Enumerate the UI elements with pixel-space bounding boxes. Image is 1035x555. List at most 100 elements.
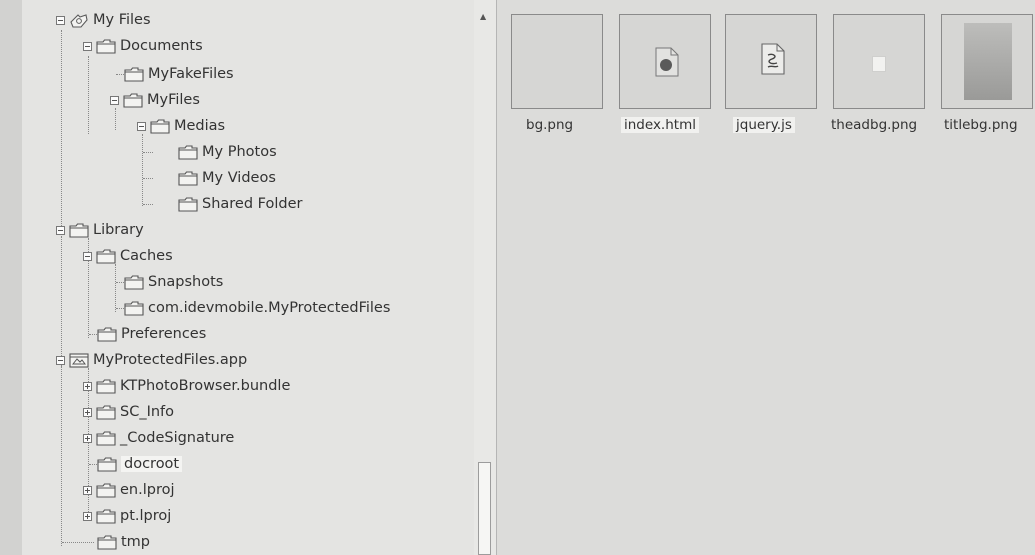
collapse-toggle[interactable]	[56, 225, 65, 235]
tree-node-label: tmp	[121, 534, 151, 550]
file-name-label[interactable]: titlebg.png	[944, 117, 1018, 133]
file-list-pane: bg.png index.html jquery.js theadbg.png …	[497, 0, 1035, 555]
tree-node-label: My Files	[93, 12, 151, 28]
tree-node-protected-cache[interactable]: com.idevmobile.MyProtectedFiles	[124, 296, 390, 320]
tree-node-label: MyProtectedFiles.app	[93, 352, 248, 368]
tree-node-my-photos[interactable]: My Photos	[178, 140, 277, 164]
expand-toggle[interactable]	[83, 381, 92, 391]
file-name-label[interactable]: index.html	[621, 117, 699, 133]
tree-connector	[62, 542, 94, 543]
file-name-label[interactable]: bg.png	[526, 117, 573, 133]
tree-node-label: docroot	[121, 456, 183, 472]
tree-node-label: Medias	[174, 118, 226, 134]
tree-node-label: pt.lproj	[120, 508, 172, 524]
tree-node-shared-folder[interactable]: Shared Folder	[178, 192, 302, 216]
tree-connector	[143, 178, 153, 179]
collapse-toggle[interactable]	[56, 15, 65, 25]
tree-node-root[interactable]: My Files	[56, 8, 151, 32]
folder-icon	[96, 430, 116, 446]
tree-node-label: Shared Folder	[202, 196, 303, 212]
script-file-icon	[761, 43, 785, 75]
tree-connector	[61, 30, 62, 230]
folder-icon	[178, 196, 198, 212]
file-thumbnail-bg[interactable]	[511, 14, 603, 109]
collapse-toggle[interactable]	[83, 251, 92, 261]
expand-toggle[interactable]	[83, 511, 92, 521]
folder-icon	[97, 326, 117, 342]
expand-toggle[interactable]	[83, 485, 92, 495]
folder-icon	[96, 38, 116, 54]
tree-node-label: Caches	[120, 248, 173, 264]
folder-tree-pane: My Files Documents MyFakeFiles MyFiles M…	[0, 0, 475, 555]
tree-node-label: KTPhotoBrowser.bundle	[120, 378, 291, 394]
folder-icon	[97, 456, 117, 472]
tree-node-label: en.lproj	[120, 482, 175, 498]
tree-connector	[115, 264, 116, 312]
tree-node-preferences[interactable]: Preferences	[97, 322, 206, 346]
tree-node-my-videos[interactable]: My Videos	[178, 166, 276, 190]
tree-node-ktphotobrowser[interactable]: KTPhotoBrowser.bundle	[83, 374, 290, 398]
folder-icon	[178, 144, 198, 160]
tree-node-docroot[interactable]: docroot	[97, 452, 183, 476]
folder-icon	[97, 534, 117, 550]
tree-node-tmp[interactable]: tmp	[97, 530, 150, 554]
html-file-icon	[655, 47, 679, 77]
collapse-toggle[interactable]	[137, 121, 146, 131]
tree-connector	[88, 56, 89, 134]
tree-scrollbar[interactable]: ▲	[474, 0, 497, 555]
tree-node-medias[interactable]: Medias	[137, 114, 225, 138]
tree-node-code-signature[interactable]: _CodeSignature	[83, 426, 234, 450]
tree-node-myfakefiles[interactable]: MyFakeFiles	[124, 62, 234, 86]
collapse-toggle[interactable]	[83, 41, 92, 51]
tree-node-label: Documents	[120, 38, 203, 54]
tree-connector	[143, 204, 153, 205]
tree-connector	[61, 236, 62, 366]
tree-node-label: com.idevmobile.MyProtectedFiles	[148, 300, 391, 316]
tree-node-app[interactable]: MyProtectedFiles.app	[56, 348, 247, 372]
folder-icon	[96, 378, 116, 394]
expand-toggle[interactable]	[83, 407, 92, 417]
tree-connector	[61, 366, 62, 546]
tree-node-documents[interactable]: Documents	[83, 34, 203, 58]
file-name-label[interactable]: theadbg.png	[831, 117, 917, 133]
collapse-toggle[interactable]	[56, 355, 65, 365]
tree-node-label: Snapshots	[148, 274, 224, 290]
image-preview	[964, 23, 1012, 100]
file-thumbnail-jquery[interactable]	[725, 14, 817, 109]
tree-node-label: MyFiles	[147, 92, 200, 108]
tree-node-myfiles[interactable]: MyFiles	[110, 88, 200, 112]
folder-icon	[124, 274, 144, 290]
file-name-label[interactable]: jquery.js	[733, 117, 795, 133]
folder-icon	[124, 300, 144, 316]
tree-node-en-lproj[interactable]: en.lproj	[83, 478, 175, 502]
folder-icon	[124, 66, 144, 82]
tree-node-sc-info[interactable]: SC_Info	[83, 400, 174, 424]
tree-node-label: Preferences	[121, 326, 207, 342]
folder-icon	[96, 482, 116, 498]
scroll-up-arrow-icon[interactable]: ▲	[480, 12, 486, 21]
file-thumbnail-titlebg[interactable]	[941, 14, 1033, 109]
tree-node-label: SC_Info	[120, 404, 175, 420]
expand-toggle[interactable]	[83, 433, 92, 443]
tree-node-label: MyFakeFiles	[148, 66, 234, 82]
tree-node-label: My Videos	[202, 170, 276, 186]
file-thumbnail-index[interactable]	[619, 14, 711, 109]
folder-icon	[96, 248, 116, 264]
tree-node-label: _CodeSignature	[120, 430, 235, 446]
folder-icon	[150, 118, 170, 134]
app-bundle-icon	[69, 352, 89, 368]
tree-node-snapshots[interactable]: Snapshots	[124, 270, 223, 294]
tree-node-label: My Photos	[202, 144, 277, 160]
tree-node-caches[interactable]: Caches	[83, 244, 173, 268]
scrollbar-thumb[interactable]	[478, 462, 491, 555]
folder-icon	[96, 508, 116, 524]
tree-node-library[interactable]: Library	[56, 218, 144, 242]
collapse-toggle[interactable]	[110, 95, 119, 105]
home-folder-icon	[69, 13, 89, 28]
tree-node-label: Library	[93, 222, 144, 238]
folder-icon	[123, 92, 143, 108]
tree-connector	[143, 152, 153, 153]
tree-connector	[142, 134, 143, 206]
file-thumbnail-theadbg[interactable]	[833, 14, 925, 109]
tree-node-pt-lproj[interactable]: pt.lproj	[83, 504, 171, 528]
